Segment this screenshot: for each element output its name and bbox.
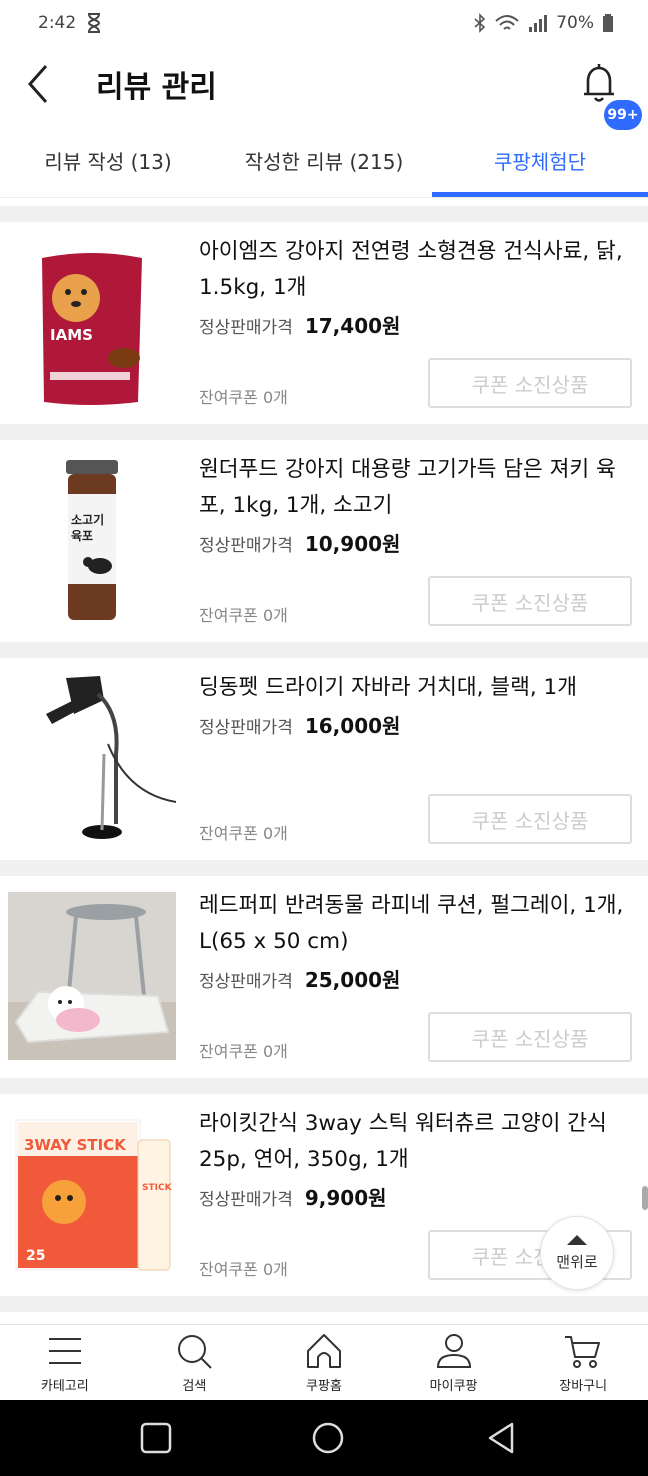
next-card-peek [0,1312,648,1324]
svg-text:25: 25 [26,1248,45,1264]
nav-label: 쿠팡홈 [306,1379,342,1394]
product-name[interactable]: 라이킷간식 3way 스틱 워터츄르 고양이 간식 25p, 연어, 350g,… [199,1106,629,1178]
coupon-remaining: 잔여쿠폰 0개 [199,388,288,407]
nav-my-coupang[interactable]: 마이쿠팡 [389,1325,519,1400]
review-tabs: 리뷰 작성 (13) 작성한 리뷰 (215) 쿠팡체험단 [0,122,648,198]
scroll-to-top-label: 맨위로 [556,1252,598,1271]
coupon-remaining: 잔여쿠폰 0개 [199,824,288,843]
status-time: 2:42 [38,13,77,33]
battery-icon [603,14,613,32]
coupon-remaining: 잔여쿠폰 0개 [199,1042,288,1061]
svg-text:IAMS: IAMS [50,326,93,344]
back-button-icon[interactable] [484,1420,520,1456]
price-value: 25,000원 [304,968,401,992]
product-image-jerky-jar[interactable]: 소고기 육포 [8,456,176,624]
app-header: 리뷰 관리 99+ [0,46,648,130]
price-row: 정상판매가격 9,900원 [199,1182,387,1211]
price-row: 정상판매가격 25,000원 [199,964,400,993]
coupon-exhausted-button[interactable]: 쿠폰 소진상품 [428,576,632,626]
nav-label: 마이쿠팡 [429,1379,478,1394]
battery-percent: 70% [556,13,594,33]
arrow-up-icon [567,1234,587,1245]
product-list[interactable]: IAMS 아이엠즈 강아지 전연령 소형견용 건식사료, 닭, 1.5kg, 1… [0,206,648,1324]
svg-text:3WAY STICK: 3WAY STICK [24,1136,127,1154]
tab-coupang-trial[interactable]: 쿠팡체험단 [432,122,648,198]
price-value: 9,900원 [304,1186,387,1210]
price-row: 정상판매가격 17,400원 [199,310,400,339]
product-card: 레드퍼피 반려동물 라피네 쿠션, 펄그레이, 1개, L(65 x 50 cm… [0,876,648,1078]
home-button-icon[interactable] [310,1420,346,1456]
signal-icon [529,15,548,32]
page-title: 리뷰 관리 [96,70,217,105]
price-label: 정상판매가격 [199,718,293,738]
price-value: 17,400원 [304,314,401,338]
wifi-icon [495,15,519,30]
price-label: 정상판매가격 [199,536,293,556]
price-value: 16,000원 [304,714,401,738]
search-icon [178,1335,213,1369]
product-name[interactable]: 아이엠즈 강아지 전연령 소형견용 건식사료, 닭, 1.5kg, 1개 [199,234,629,306]
system-navigation-bar [0,1400,648,1476]
user-icon [436,1334,471,1368]
nav-label: 검색 [182,1379,207,1394]
svg-text:STICK: STICK [142,1183,173,1193]
recent-apps-icon[interactable] [138,1420,174,1456]
nav-label: 카테고리 [40,1379,89,1394]
tab-write-review[interactable]: 리뷰 작성 (13) [0,122,216,198]
price-label: 정상판매가격 [199,1190,293,1210]
status-bar: 2:42 70% [0,0,648,46]
home-icon [306,1334,341,1368]
product-card: 소고기 육포 원더푸드 강아지 대용량 고기가득 담은 져키 육포, 1kg, … [0,440,648,642]
product-image-dog-food-bag[interactable]: IAMS [8,238,176,406]
nav-search[interactable]: 검색 [130,1325,260,1400]
scrollbar-thumb[interactable] [642,1186,648,1210]
coupon-remaining: 잔여쿠폰 0개 [199,606,288,625]
price-row: 정상판매가격 10,900원 [199,528,400,557]
price-row: 정상판매가격 16,000원 [199,710,400,739]
product-name[interactable]: 원더푸드 강아지 대용량 고기가득 담은 져키 육포, 1kg, 1개, 소고기 [199,452,629,524]
active-tab-indicator [432,192,648,197]
coupon-remaining: 잔여쿠폰 0개 [199,1260,288,1279]
product-image-pet-cushion[interactable] [8,892,176,1060]
price-label: 정상판매가격 [199,318,293,338]
product-name[interactable]: 레드퍼피 반려동물 라피네 쿠션, 펄그레이, 1개, L(65 x 50 cm… [199,888,629,960]
price-label: 정상판매가격 [199,972,293,992]
back-arrow-icon[interactable] [22,62,58,106]
product-card: IAMS 아이엠즈 강아지 전연령 소형견용 건식사료, 닭, 1.5kg, 1… [0,222,648,424]
price-value: 10,900원 [304,532,401,556]
product-image-cat-treat-box[interactable]: 3WAY STICK STICK 25 [8,1110,176,1278]
svg-text:소고기: 소고기 [71,512,104,527]
product-card: 딩동펫 드라이기 자바라 거치대, 블랙, 1개 정상판매가격 16,000원 … [0,658,648,860]
nav-cart[interactable]: 장바구니 [518,1325,648,1400]
coupon-exhausted-button[interactable]: 쿠폰 소진상품 [428,794,632,844]
nav-label: 장바구니 [559,1379,608,1394]
menu-icon [48,1338,81,1364]
coupon-exhausted-button[interactable]: 쿠폰 소진상품 [428,1012,632,1062]
bottom-navigation: 카테고리 검색 쿠팡홈 마이쿠팡 장바구니 [0,1324,648,1400]
cart-icon [565,1336,601,1368]
bluetooth-icon [474,13,486,33]
product-image-dryer-stand[interactable] [8,674,176,842]
coupon-exhausted-button[interactable]: 쿠폰 소진상품 [428,358,632,408]
hourglass-icon [88,13,101,33]
svg-text:육포: 육포 [71,528,93,543]
nav-home[interactable]: 쿠팡홈 [259,1325,389,1400]
scroll-to-top-button[interactable]: 맨위로 [540,1216,614,1290]
bell-icon[interactable] [576,60,622,106]
nav-category[interactable]: 카테고리 [0,1325,130,1400]
product-name[interactable]: 딩동펫 드라이기 자바라 거치대, 블랙, 1개 [199,670,629,706]
tab-written-reviews[interactable]: 작성한 리뷰 (215) [216,122,432,198]
